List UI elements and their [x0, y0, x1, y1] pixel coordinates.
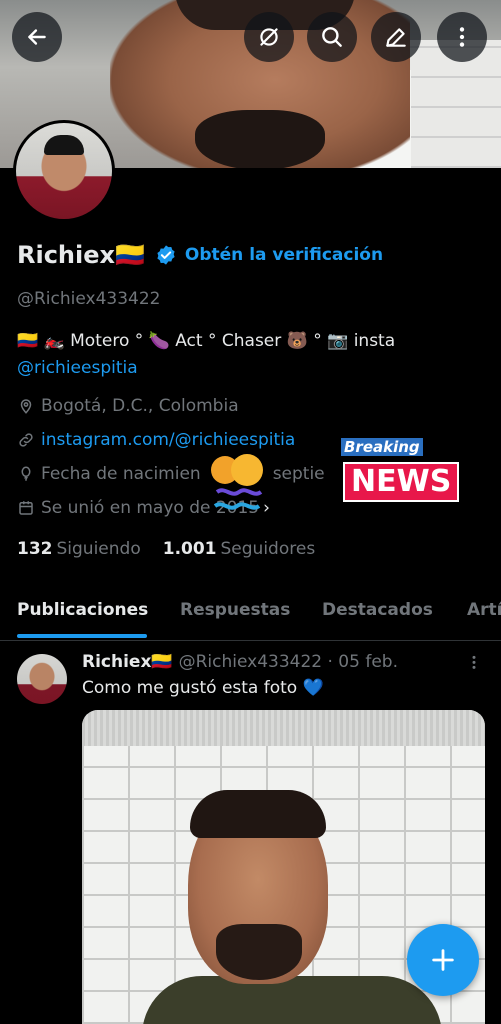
tab-destacados[interactable]: Destacados — [322, 600, 433, 620]
back-arrow-icon — [28, 29, 46, 45]
calendar-icon — [19, 501, 33, 515]
followers-label: Seguidores — [220, 539, 316, 559]
get-verified-link[interactable]: Obtén la verificación — [185, 245, 383, 265]
verified-badge-icon[interactable] — [155, 244, 177, 266]
sticker-line2: NEWS — [343, 462, 460, 502]
bio-mention-link[interactable]: @richieespitia — [17, 355, 487, 382]
birth-text: Fecha de nacimien — [41, 464, 201, 484]
post-avatar[interactable] — [17, 654, 67, 704]
followers-count: 1.001 — [162, 539, 217, 559]
follow-stats: 132 Siguiendo 1.001 Seguidores — [17, 539, 315, 559]
website-link[interactable]: instagram.com/@richieespitia — [41, 430, 295, 450]
following-link[interactable]: 132 Siguiendo — [17, 539, 141, 559]
more-button[interactable] — [437, 12, 487, 62]
no-notifications-icon — [260, 28, 278, 46]
more-vertical-icon — [459, 27, 465, 47]
avatar-cap — [44, 135, 84, 155]
following-label: Siguiendo — [56, 539, 141, 559]
more-vertical-icon[interactable] — [462, 654, 486, 674]
following-count: 132 — [17, 539, 53, 559]
tab-respuestas[interactable]: Respuestas — [180, 600, 290, 620]
profile-handle: @Richiex433422 — [17, 289, 161, 309]
post-header: Richiex🇨🇴 @Richiex433422 · 05 feb. — [82, 652, 398, 672]
location-row: Bogotá, D.C., Colombia — [17, 396, 239, 416]
sticker-line1: Breaking — [341, 438, 423, 456]
active-tab-indicator — [17, 634, 147, 638]
profile-name-row: Richiex🇨🇴 Obtén la verificación — [17, 241, 383, 269]
edit-icon — [386, 28, 406, 47]
tab-articulos[interactable]: Artí — [467, 600, 501, 620]
photo-jacket — [142, 976, 442, 1024]
link-icon — [19, 433, 33, 447]
post-handle-date: @Richiex433422 · 05 feb. — [178, 652, 398, 672]
bio-text: 🇨🇴 🏍️ Motero ° 🍆 Act ° Chaser 🐻 ° 📷 inst… — [17, 331, 396, 351]
followers-link[interactable]: 1.001 Seguidores — [163, 539, 315, 559]
profile-avatar[interactable] — [13, 120, 115, 222]
photo-ceiling — [82, 710, 485, 746]
breaking-news-sticker: Breaking NEWS — [341, 438, 461, 502]
search-button[interactable] — [307, 12, 357, 62]
emoji-sticker — [207, 452, 277, 522]
photo-beard — [216, 924, 302, 980]
profile-bio: 🇨🇴 🏍️ Motero ° 🍆 Act ° Chaser 🐻 ° 📷 inst… — [17, 328, 487, 382]
profile-name: Richiex🇨🇴 — [17, 241, 145, 269]
birth-row: Fecha de nacimien septie — [17, 464, 325, 484]
back-button[interactable] — [12, 12, 62, 62]
plus-icon — [432, 949, 454, 971]
compose-button[interactable] — [407, 924, 479, 996]
emoji-balls-icon — [211, 454, 263, 510]
tab-publicaciones[interactable]: Publicaciones — [17, 600, 148, 620]
location-pin-icon — [20, 399, 32, 414]
mute-button[interactable] — [244, 12, 294, 62]
photo-hair — [190, 790, 326, 838]
search-icon — [322, 27, 342, 47]
location-text: Bogotá, D.C., Colombia — [41, 396, 239, 416]
edit-button[interactable] — [371, 12, 421, 62]
banner-beard — [195, 110, 325, 168]
website-row: instagram.com/@richieespitia — [17, 430, 295, 450]
birth-text-tail: septie — [272, 464, 325, 484]
post-text: Como me gustó esta foto 💙 — [82, 678, 324, 698]
balloon-icon — [21, 466, 31, 481]
post-author-name[interactable]: Richiex🇨🇴 — [82, 652, 173, 672]
